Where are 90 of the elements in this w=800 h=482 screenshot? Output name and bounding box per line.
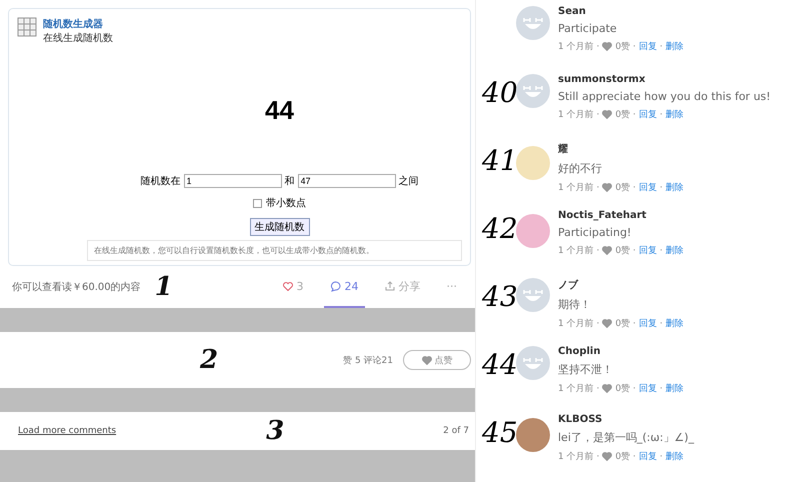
random-result: 44 bbox=[264, 95, 295, 126]
heart-icon bbox=[602, 42, 612, 51]
delete-link[interactable]: 删除 bbox=[666, 382, 684, 395]
reply-link[interactable]: 回复 bbox=[638, 40, 657, 53]
delete-link[interactable]: 删除 bbox=[666, 181, 684, 194]
load-more-link[interactable]: Load more comments bbox=[18, 426, 116, 436]
like-count: 0赞 · bbox=[615, 382, 636, 395]
answer-stats: 赞 5 评论21 bbox=[343, 354, 393, 366]
comment-time: 1 个月前 · bbox=[558, 244, 600, 257]
app-subtitle: 在线生成随机数 bbox=[43, 32, 113, 45]
separator-dot: · bbox=[660, 384, 663, 394]
max-field[interactable]: 47 bbox=[298, 174, 396, 188]
user-name: ノブ bbox=[558, 278, 580, 292]
range-label: 随机数在 bbox=[140, 174, 180, 188]
heart-icon bbox=[602, 452, 612, 461]
comment-text: Participating! bbox=[558, 226, 632, 239]
separator-dot: · bbox=[660, 182, 663, 192]
comment-text: 期待！ bbox=[558, 297, 592, 312]
comment-time: 1 个月前 · bbox=[558, 318, 600, 330]
handwritten-number: 40 bbox=[482, 76, 518, 109]
paid-note: 你可以查看读￥60.00的内容 bbox=[12, 280, 141, 294]
separator-dot: · bbox=[660, 42, 663, 52]
like-count: 0赞 · bbox=[615, 40, 636, 53]
delete-link[interactable]: 删除 bbox=[666, 244, 684, 257]
reply-link[interactable]: 回复 bbox=[638, 450, 657, 463]
heart-icon bbox=[422, 356, 432, 364]
like-count: 0赞 · bbox=[615, 450, 636, 463]
separator-dot: · bbox=[660, 452, 663, 462]
user-name: Noctis_Fatehart bbox=[558, 210, 648, 221]
comment-text: lei了，是第一吗_(:ω:」∠)_ bbox=[558, 430, 694, 445]
like-count: 0赞 · bbox=[615, 108, 636, 121]
heart-icon bbox=[602, 183, 612, 192]
reply-link[interactable]: 回复 bbox=[638, 244, 657, 257]
handwritten-number: 44 bbox=[482, 348, 518, 381]
delete-link[interactable]: 删除 bbox=[666, 108, 684, 121]
handwritten-number: 3 bbox=[266, 416, 284, 446]
user-name: 耀 bbox=[558, 142, 569, 156]
handwritten-number: 42 bbox=[482, 212, 518, 245]
like-button[interactable]: 3 bbox=[276, 266, 310, 308]
and-label: 和 bbox=[284, 174, 294, 188]
dice-grid-icon bbox=[17, 17, 37, 37]
comment-time: 1 个月前 · bbox=[558, 382, 600, 395]
reply-link[interactable]: 回复 bbox=[638, 317, 657, 330]
comment-text: Still appreciate how you do this for us! bbox=[558, 90, 771, 103]
handwritten-number: 2 bbox=[200, 345, 218, 375]
separator-dot: · bbox=[660, 246, 663, 256]
delete-link[interactable]: 删除 bbox=[666, 40, 684, 53]
heart-icon bbox=[282, 282, 292, 290]
comment-text: 好的不行 bbox=[558, 161, 603, 176]
min-field[interactable]: 1 bbox=[184, 174, 282, 188]
page-count: 2 of 7 bbox=[443, 426, 469, 436]
user-name: summonstormx bbox=[558, 74, 646, 85]
comment-icon bbox=[330, 280, 340, 292]
description-text: 在线生成随机数，您可以自行设置随机数长度，也可以生成带小数点的随机数。 bbox=[87, 240, 462, 261]
handwritten-number: 1 bbox=[154, 272, 173, 302]
user-name: KLBOSS bbox=[558, 414, 604, 425]
comment-time: 1 个月前 · bbox=[558, 40, 600, 53]
handwritten-number: 45 bbox=[482, 416, 518, 449]
generate-button[interactable]: 生成随机数 bbox=[250, 218, 310, 236]
reply-link[interactable]: 回复 bbox=[638, 382, 657, 395]
comment-text: 坚持不泄！ bbox=[558, 362, 614, 377]
separator-dot: · bbox=[660, 318, 663, 328]
reply-link[interactable]: 回复 bbox=[638, 108, 657, 121]
app-title: 随机数生成器 bbox=[43, 18, 104, 31]
delete-link[interactable]: 删除 bbox=[666, 450, 684, 463]
decimal-checkbox[interactable] bbox=[253, 198, 262, 208]
comment-time: 1 个月前 · bbox=[558, 182, 600, 194]
delete-link[interactable]: 删除 bbox=[666, 317, 684, 330]
decimal-label: 带小数点 bbox=[266, 196, 306, 210]
between-label: 之间 bbox=[398, 174, 418, 188]
heart-icon bbox=[602, 384, 612, 393]
more-button[interactable]: ··· bbox=[440, 266, 463, 308]
handwritten-number: 41 bbox=[482, 144, 518, 177]
heart-icon bbox=[602, 246, 612, 255]
like-button[interactable]: 点赞 bbox=[403, 350, 471, 370]
like-count: 0赞 · bbox=[615, 182, 636, 194]
separator-dot: · bbox=[660, 110, 663, 120]
handwritten-number: 43 bbox=[482, 280, 518, 313]
comment-text: Participate bbox=[558, 22, 618, 35]
user-name: Choplin bbox=[558, 346, 602, 357]
share-button[interactable]: 分享 bbox=[378, 266, 426, 308]
reply-link[interactable]: 回复 bbox=[638, 181, 657, 194]
comment-time: 1 个月前 · bbox=[558, 450, 600, 463]
user-name: Sean bbox=[558, 6, 587, 17]
like-count: 0赞 · bbox=[615, 318, 636, 330]
heart-icon bbox=[602, 110, 612, 119]
comment-time: 1 个月前 · bbox=[558, 108, 600, 121]
share-icon bbox=[384, 281, 394, 291]
heart-icon bbox=[602, 319, 612, 328]
like-count: 0赞 · bbox=[615, 244, 636, 257]
